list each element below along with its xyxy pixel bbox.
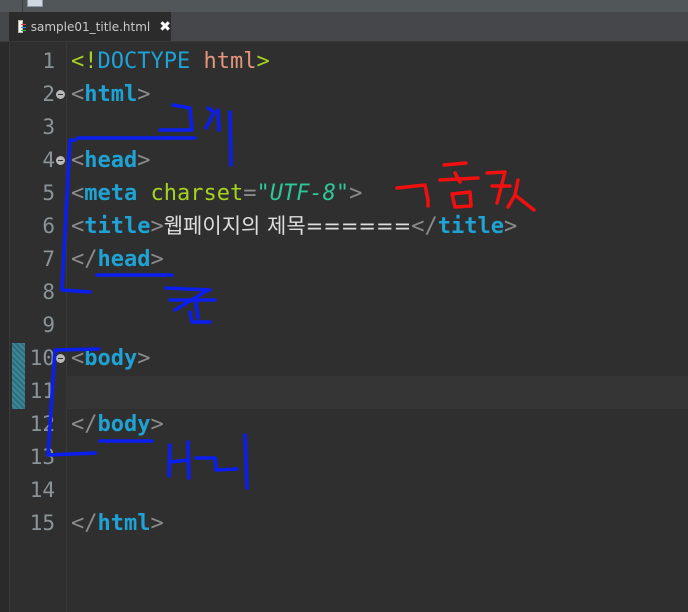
code-text[interactable]: </head> <box>71 243 164 276</box>
line-number: 13 <box>29 445 55 469</box>
code-line: 2 <html> <box>0 78 688 111</box>
code-text[interactable]: </html> <box>71 507 164 540</box>
code-line-current: 11 <box>0 375 688 408</box>
line-number: 9 <box>42 313 55 337</box>
line-number: 12 <box>29 412 55 436</box>
code-line: 6 <title>웹페이지의 제목======</title> <box>0 210 688 243</box>
top-toolbar <box>0 0 688 12</box>
line-number: 8 <box>42 280 55 304</box>
line-number: 14 <box>29 478 55 502</box>
code-text[interactable]: <body> <box>71 342 150 375</box>
editor-tab-bar: sample01_title.html ✖ <box>0 12 688 42</box>
close-icon[interactable]: ✖ <box>159 19 171 35</box>
code-line: 13 <box>0 441 688 474</box>
code-text[interactable]: <title>웹페이지의 제목======</title> <box>71 210 517 243</box>
fold-toggle-icon[interactable] <box>56 90 65 99</box>
code-text[interactable]: <meta charset="UTF-8"> <box>71 177 362 210</box>
fold-toggle-icon[interactable] <box>56 354 65 363</box>
line-number: 3 <box>42 115 55 139</box>
line-number: 15 <box>29 511 55 535</box>
code-line: 5 <meta charset="UTF-8"> <box>0 177 688 210</box>
line-number: 5 <box>42 181 55 205</box>
fold-toggle-icon[interactable] <box>56 156 65 165</box>
code-line: 10 <body> <box>0 342 688 375</box>
code-text[interactable]: <head> <box>71 144 150 177</box>
code-line: 14 <box>0 474 688 507</box>
toolbar-separator <box>22 0 23 12</box>
line-number: 7 <box>42 247 55 271</box>
line-number: 1 <box>42 49 55 73</box>
line-number: 6 <box>42 214 55 238</box>
code-line: 12 </body> <box>0 408 688 441</box>
toolbar-file-icon[interactable] <box>27 0 43 7</box>
code-line: 1 <!DOCTYPE html> <box>0 45 688 78</box>
code-line: 3 <box>0 111 688 144</box>
code-line: 15 </html> <box>0 507 688 540</box>
tab-sample01-title[interactable]: sample01_title.html ✖ <box>9 12 171 41</box>
code-line: 7 </head> <box>0 243 688 276</box>
code-line: 4 <head> <box>0 144 688 177</box>
line-number: 10 <box>29 346 55 370</box>
tab-label: sample01_title.html <box>30 19 151 34</box>
line-number: 2 <box>42 82 55 106</box>
line-number: 4 <box>42 148 55 172</box>
html-file-icon <box>18 20 26 33</box>
code-text[interactable]: </body> <box>71 408 164 441</box>
code-text[interactable]: <html> <box>71 78 150 111</box>
line-number: 11 <box>29 379 55 403</box>
code-line: 8 <box>0 276 688 309</box>
code-text[interactable]: <!DOCTYPE html> <box>71 45 270 78</box>
code-line: 9 <box>0 309 688 342</box>
